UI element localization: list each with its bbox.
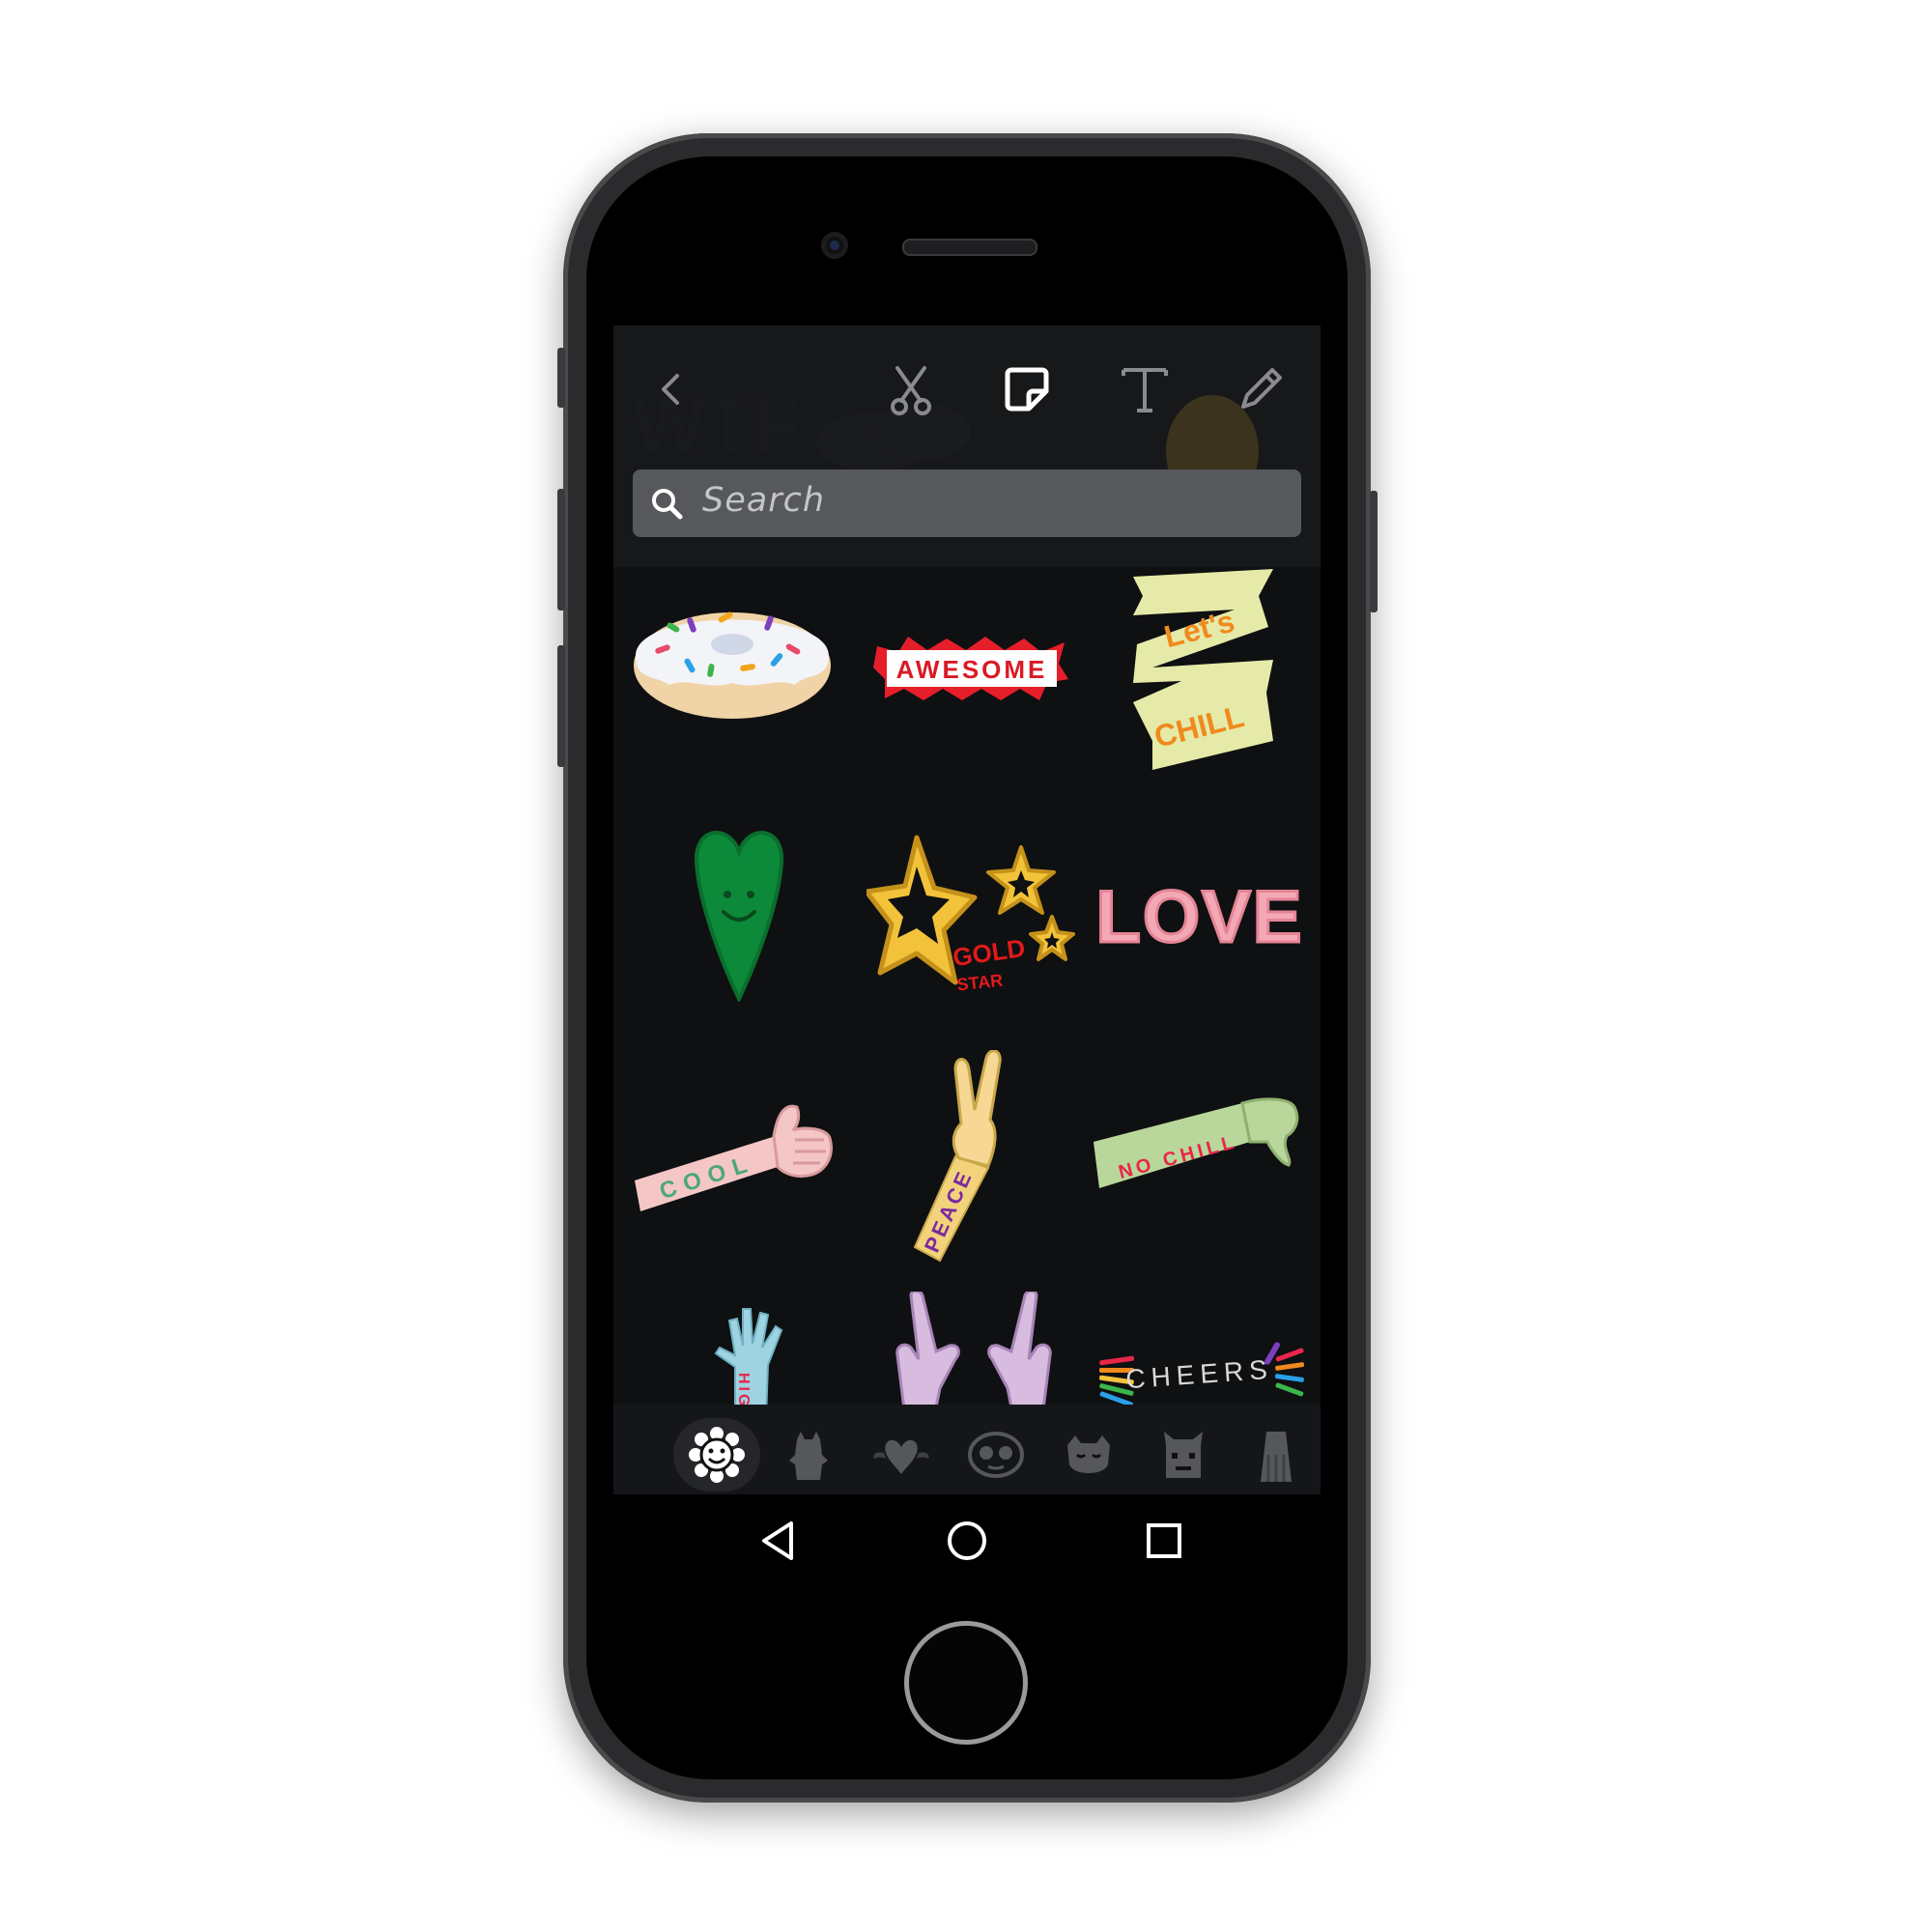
home-circle-icon[interactable] bbox=[944, 1518, 990, 1564]
volume-up-button bbox=[557, 489, 565, 611]
android-nav-bar bbox=[613, 1494, 1321, 1587]
editor-toolbar bbox=[613, 326, 1321, 451]
back-triangle-icon[interactable] bbox=[756, 1518, 803, 1564]
sticker-icon[interactable] bbox=[1000, 362, 1054, 416]
sticker-donut[interactable] bbox=[631, 588, 834, 724]
sticker-no-chill[interactable]: NO CHILL bbox=[1092, 1094, 1304, 1209]
app-screen: WTF Search AWESOME Let's CHILL GOLD STAR… bbox=[613, 326, 1321, 1587]
flower-smiley-icon[interactable] bbox=[688, 1426, 746, 1484]
hairy-creature-icon[interactable] bbox=[1247, 1426, 1305, 1484]
sticker-cheers-text: CHEERS bbox=[1124, 1354, 1273, 1395]
sticker-high[interactable]: HIGH bbox=[706, 1301, 793, 1417]
sticker-gold-star-bottom: STAR bbox=[956, 971, 1005, 995]
sticker-lets-chill[interactable]: Let's CHILL bbox=[1123, 567, 1278, 780]
search-bar[interactable]: Search bbox=[633, 469, 1301, 537]
sticker-awesome[interactable]: AWESOME bbox=[869, 629, 1072, 706]
mute-switch bbox=[557, 348, 565, 408]
sticker-love-text: LOVE bbox=[1096, 876, 1304, 958]
recents-square-icon[interactable] bbox=[1141, 1518, 1187, 1564]
sticker-love[interactable]: LOVE bbox=[1089, 874, 1311, 961]
sticker-green-heart[interactable] bbox=[691, 823, 787, 1002]
text-icon[interactable] bbox=[1118, 362, 1172, 416]
earpiece-speaker bbox=[902, 239, 1037, 256]
sticker-gold-star[interactable]: GOLD STAR bbox=[867, 828, 1079, 1021]
volume-down-button bbox=[557, 645, 565, 767]
horned-creature-icon[interactable] bbox=[1154, 1426, 1212, 1484]
face-icon[interactable] bbox=[967, 1426, 1025, 1484]
sticker-awesome-text: AWESOME bbox=[896, 655, 1048, 684]
sticker-cool[interactable]: COOL bbox=[631, 1084, 843, 1219]
sticker-peace[interactable]: PEACE bbox=[892, 1050, 1017, 1263]
sleepy-face-icon[interactable] bbox=[1060, 1426, 1118, 1484]
chevron-left-icon[interactable] bbox=[644, 362, 698, 416]
front-camera bbox=[821, 232, 848, 259]
sticker-cheers[interactable]: CHEERS bbox=[1092, 1335, 1314, 1412]
pencil-icon[interactable] bbox=[1234, 362, 1288, 416]
power-button bbox=[1370, 491, 1378, 612]
scissors-icon[interactable] bbox=[884, 362, 938, 416]
home-button[interactable] bbox=[904, 1621, 1028, 1745]
search-icon bbox=[652, 489, 683, 520]
sticker-gold-star-top: GOLD bbox=[951, 933, 1027, 972]
bear-icon[interactable] bbox=[780, 1426, 838, 1484]
search-input[interactable]: Search bbox=[702, 481, 825, 520]
sticker-raise-hands[interactable] bbox=[892, 1292, 1056, 1417]
sticker-category-bar bbox=[613, 1405, 1321, 1501]
winged-heart-icon[interactable] bbox=[872, 1426, 930, 1484]
